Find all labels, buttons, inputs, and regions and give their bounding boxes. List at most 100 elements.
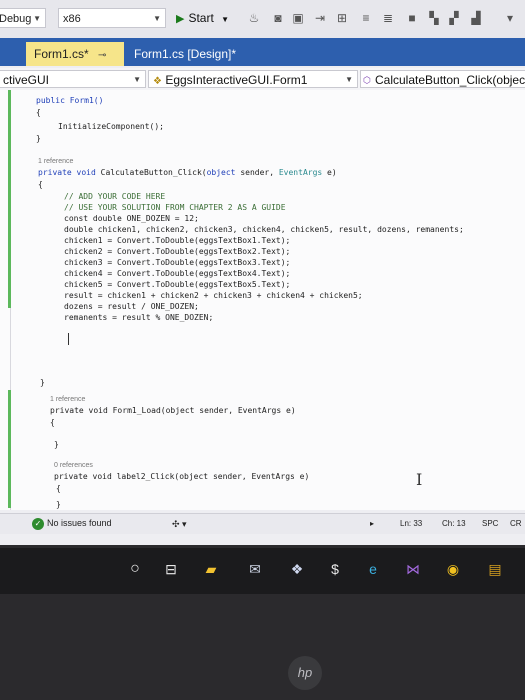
line-ending-indicator[interactable]: CR: [510, 519, 522, 528]
code-line: result = chicken1 + chicken2 + chicken3 …: [64, 291, 363, 300]
status-bar: ✓ No issues found ✣ ▾ ▸ Ln: 33 Ch: 13 SP…: [0, 513, 525, 534]
chrome-icon[interactable]: ◉: [442, 558, 464, 580]
platform-value: x86: [63, 13, 81, 25]
store-icon[interactable]: ▤: [484, 558, 506, 580]
project-value: ctiveGUI: [3, 73, 50, 87]
edge-icon[interactable]: e: [362, 558, 384, 580]
code-line: const double ONE_DOZEN = 12;: [64, 214, 199, 223]
code-line: }: [36, 134, 41, 143]
configuration-value: Debug: [0, 13, 32, 25]
code-comment: // ADD YOUR CODE HERE: [64, 192, 166, 201]
overflow-icon[interactable]: ▾: [502, 10, 518, 26]
code-keyword: private void: [38, 168, 96, 177]
mail-icon[interactable]: ✉: [244, 558, 266, 580]
dollar-icon[interactable]: $: [324, 558, 346, 580]
tab-form1-design[interactable]: Form1.cs [Design]*: [126, 42, 246, 66]
code-line: double chicken1, chicken2, chicken3, chi…: [64, 225, 464, 234]
code-line: {: [36, 108, 41, 117]
chevron-down-icon: ▼: [33, 14, 41, 23]
arrow-right-icon: ▸: [370, 519, 375, 528]
prev-bookmark-icon[interactable]: ▞: [446, 10, 462, 26]
visual-studio-icon[interactable]: ⋈: [402, 558, 424, 580]
windows-taskbar: ○ ⊟ ▰ ✉ ❖ $ e ⋈ ◉ ▤: [0, 548, 525, 594]
class-combo[interactable]: ❖ EggsInteractiveGUI.Form1 ▼: [148, 70, 358, 88]
next-bookmark-icon[interactable]: ▚: [426, 10, 442, 26]
chevron-down-icon: ▼: [221, 15, 230, 24]
comment-icon[interactable]: ≡: [358, 10, 374, 26]
flame-icon[interactable]: ♨: [246, 10, 262, 26]
chevron-down-icon: ▼: [133, 75, 141, 84]
bookmark-icon[interactable]: ■: [404, 10, 420, 26]
code-line: public Form1(): [36, 96, 104, 105]
code-line: chicken4 = Convert.ToDouble(eggsTextBox4…: [64, 269, 291, 278]
code-line: chicken5 = Convert.ToDouble(eggsTextBox5…: [64, 280, 291, 289]
checkmark-icon: ✓: [32, 518, 44, 530]
code-text: e): [322, 168, 337, 177]
code-line: private void label2_Click(object sender,…: [54, 472, 310, 481]
chevron-down-icon: ▼: [345, 75, 353, 84]
file-explorer-icon[interactable]: ▰: [200, 558, 222, 580]
code-line: {: [50, 418, 55, 427]
start-button[interactable]: ▶ Start ▼: [176, 8, 236, 28]
task-view-icon[interactable]: ⊟: [160, 558, 182, 580]
tab-form1-cs[interactable]: Form1.cs* ⊸ ✕: [26, 42, 124, 87]
code-line: }: [40, 378, 45, 387]
chevron-down-icon: ▼: [153, 14, 161, 23]
hp-logo: hp: [288, 656, 322, 690]
code-type: EventArgs: [278, 168, 323, 177]
code-comment: // USE YOUR SOLUTION FROM CHAPTER 2 AS A…: [64, 203, 286, 212]
codelens-reference[interactable]: 1 reference: [38, 158, 73, 165]
screen-icon[interactable]: ▣: [290, 10, 306, 26]
text-caret: [68, 333, 69, 345]
pin-icon[interactable]: ⊸: [98, 50, 106, 61]
whitespace-indicator[interactable]: SPC: [482, 519, 498, 528]
line-indicator[interactable]: Ln: 33: [400, 519, 422, 528]
clear-bookmarks-icon[interactable]: ▟: [468, 10, 484, 26]
tab-label: Form1.cs*: [34, 47, 89, 61]
hierarchy-icon[interactable]: ⊞: [334, 10, 350, 26]
code-line: }: [56, 500, 61, 509]
code-line: remanents = result % ONE_DOZEN;: [64, 313, 214, 322]
main-toolbar: Debug ▼ x86 ▼ ▶ Start ▼ ♨ ◙ ▣ ⇥ ⊞ ≡ ≣ ■ ▚…: [0, 0, 525, 39]
code-line: {: [38, 180, 43, 189]
code-line: InitializeComponent();: [58, 122, 164, 131]
issues-status[interactable]: No issues found: [47, 518, 112, 528]
code-line: chicken2 = Convert.ToDouble(eggsTextBox2…: [64, 247, 291, 256]
member-combo[interactable]: ⬡ CalculateButton_Click(object s: [360, 70, 525, 88]
project-combo[interactable]: ctiveGUI ▼: [0, 70, 146, 88]
camera-icon[interactable]: ◙: [270, 10, 286, 26]
screen: Debug ▼ x86 ▼ ▶ Start ▼ ♨ ◙ ▣ ⇥ ⊞ ≡ ≣ ■ ▚…: [0, 0, 525, 545]
member-value: CalculateButton_Click(object s: [375, 73, 525, 87]
code-line: {: [56, 484, 61, 493]
code-line: chicken1 = Convert.ToDouble(eggsTextBox1…: [64, 236, 291, 245]
code-line: dozens = result / ONE_DOZEN;: [64, 302, 199, 311]
code-editor[interactable]: public Form1() { InitializeComponent(); …: [0, 90, 525, 510]
method-icon: ⬡: [363, 75, 371, 85]
step-icon[interactable]: ⇥: [312, 10, 328, 26]
play-icon: ▶: [176, 13, 185, 25]
code-line: }: [54, 440, 59, 449]
uncomment-icon[interactable]: ≣: [380, 10, 396, 26]
document-tabs: Form1.cs* ⊸ ✕ Form1.cs [Design]*: [0, 38, 525, 87]
ibeam-cursor-icon: I: [416, 470, 423, 489]
search-icon[interactable]: ○: [124, 558, 146, 580]
code-text: sender,: [235, 168, 279, 177]
change-indicator: [8, 390, 11, 508]
codelens-reference[interactable]: 1 reference: [50, 396, 85, 403]
codelens-reference[interactable]: 0 references: [54, 462, 93, 469]
change-indicator: [8, 90, 11, 308]
code-line: private void CalculateButton_Click(objec…: [38, 168, 337, 178]
code-method: CalculateButton_Click(: [100, 168, 207, 177]
code-line: private void Form1_Load(object sender, E…: [50, 406, 296, 415]
start-label: Start: [188, 11, 214, 25]
code-keyword: object: [206, 168, 236, 177]
navigation-bar: ctiveGUI ▼ ❖ EggsInteractiveGUI.Form1 ▼ …: [0, 68, 525, 91]
configuration-combo[interactable]: Debug ▼: [0, 8, 46, 28]
tab-label: Form1.cs [Design]*: [134, 47, 237, 61]
column-indicator[interactable]: Ch: 13: [442, 519, 466, 528]
class-value: EggsInteractiveGUI.Form1: [165, 73, 308, 87]
platform-combo[interactable]: x86 ▼: [58, 8, 166, 28]
dropbox-icon[interactable]: ❖: [286, 558, 308, 580]
filter-icon[interactable]: ✣ ▾: [172, 519, 187, 530]
class-icon: ❖: [153, 76, 162, 87]
